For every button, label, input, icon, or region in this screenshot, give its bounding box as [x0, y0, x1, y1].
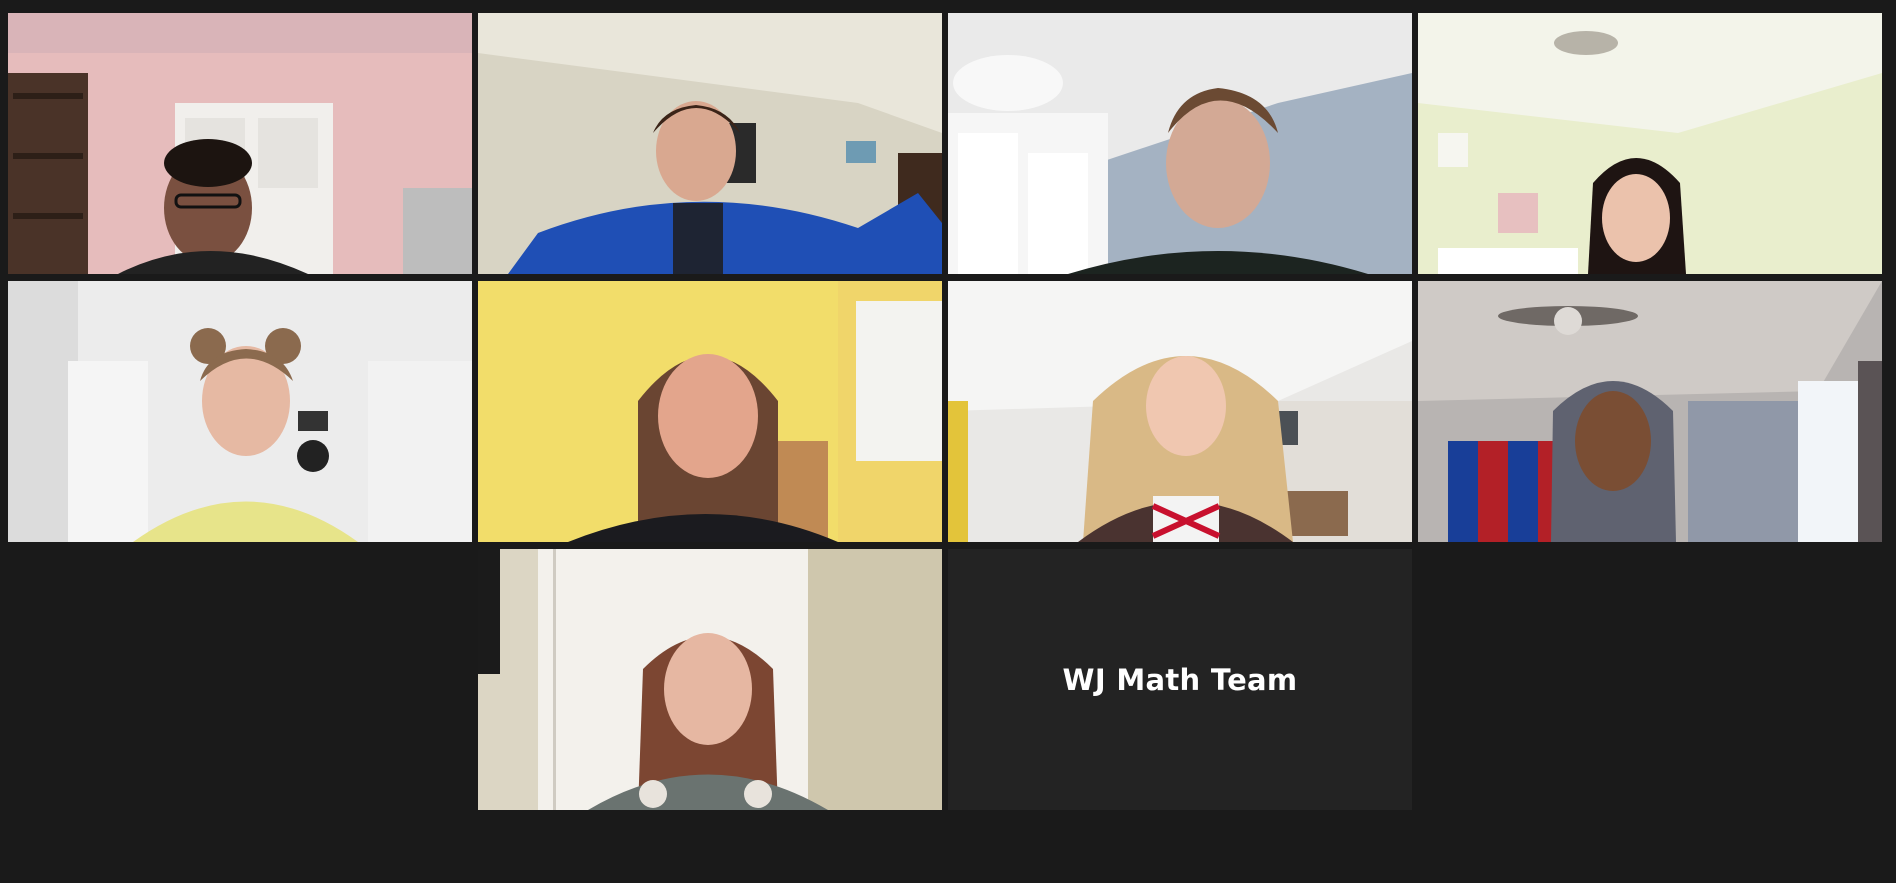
participant-name-label: WJ Math Team	[1062, 662, 1298, 697]
video-tile-6[interactable]	[478, 281, 942, 542]
video-tile-2-active-speaker[interactable]	[478, 13, 942, 274]
participant-video-7	[948, 281, 1412, 542]
video-tile-5[interactable]	[8, 281, 472, 542]
participant-video-8	[1418, 281, 1882, 542]
participant-video-1	[8, 13, 472, 274]
video-tile-3[interactable]	[948, 13, 1412, 274]
video-tile-7[interactable]	[948, 281, 1412, 542]
video-tile-8[interactable]	[1418, 281, 1882, 542]
participant-video-5	[8, 281, 472, 542]
video-tile-9[interactable]	[478, 549, 942, 810]
name-only-tile[interactable]: WJ Math Team	[948, 549, 1412, 810]
participant-video-6	[478, 281, 942, 542]
participant-video-2	[478, 13, 942, 274]
video-tile-1[interactable]	[8, 13, 472, 274]
participant-video-9	[478, 549, 942, 810]
participant-video-3	[948, 13, 1412, 274]
video-tile-4[interactable]	[1418, 13, 1882, 274]
participant-video-4	[1418, 13, 1882, 274]
